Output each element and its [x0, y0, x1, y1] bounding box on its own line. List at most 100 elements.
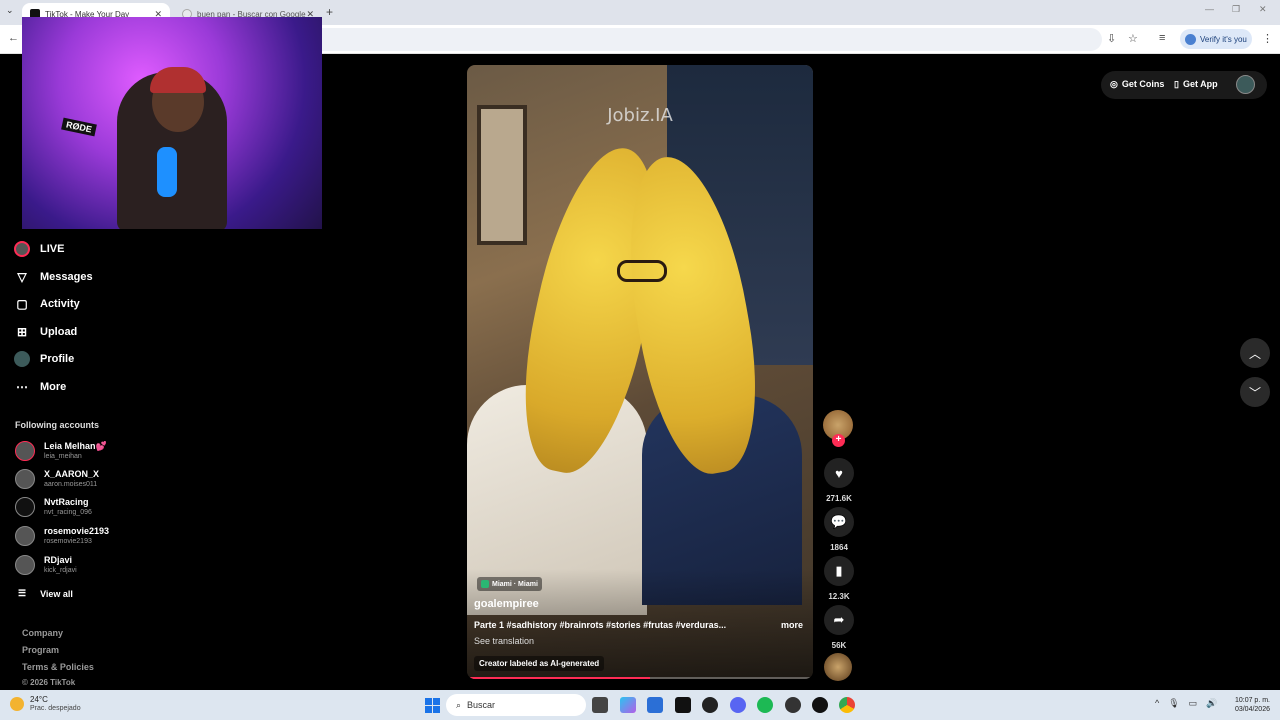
sidebar-item-messages[interactable]: ▽ Messages	[14, 269, 93, 285]
maximize-icon[interactable]: ❐	[1232, 4, 1240, 15]
following-account[interactable]: RDjavi kick_rdjavi	[15, 555, 77, 575]
account-handle: kick_rdjavi	[44, 567, 77, 574]
sidebar-item-profile[interactable]: Profile	[14, 351, 74, 367]
sidebar-item-label: Messages	[40, 271, 93, 283]
mic-brand: RØDE	[61, 117, 97, 137]
spotify-icon[interactable]	[757, 697, 773, 713]
taskbar-search[interactable]: ⌕ Buscar	[446, 694, 586, 716]
menu-kebab-icon[interactable]: ⋮	[1262, 32, 1273, 45]
like-count: 271.6K	[826, 494, 852, 503]
sidebar-item-live[interactable]: LIVE	[14, 241, 64, 257]
volume-icon[interactable]: 🔊	[1206, 698, 1217, 709]
comment-icon[interactable]: 💬	[824, 507, 854, 537]
minimize-icon[interactable]: —	[1205, 4, 1214, 14]
chrome-icon[interactable]	[839, 697, 855, 713]
discord-icon[interactable]	[730, 697, 746, 713]
video-author[interactable]: goalempiree	[474, 598, 539, 610]
avatar	[15, 441, 35, 461]
copyright: © 2026 TikTok	[22, 678, 76, 687]
store-icon[interactable]	[647, 697, 663, 713]
sidebar-item-label: Profile	[40, 353, 75, 365]
sidebar-item-upload[interactable]: ⊞ Upload	[14, 324, 77, 340]
temperature: 24°C	[30, 695, 48, 704]
following-account[interactable]: NvtRacing nvt_racing_096	[15, 497, 92, 517]
install-app-icon[interactable]: ⇩	[1107, 32, 1116, 45]
monitor-icon[interactable]: ▭	[1189, 698, 1198, 709]
view-all-button[interactable]: ☰ View all	[18, 588, 73, 599]
tab-groups-icon[interactable]: ≡	[1159, 32, 1165, 44]
see-translation-link[interactable]: See translation	[474, 636, 534, 646]
video-background-frame	[477, 105, 527, 245]
verify-label: Verify it's you	[1200, 34, 1247, 44]
video-player[interactable]: Jobiz.IA Miami · Miami goalempiree Parte…	[467, 65, 813, 679]
footer-link-company[interactable]: Company	[22, 628, 63, 638]
live-icon	[14, 241, 30, 257]
previous-video-button[interactable]: ︿	[1240, 338, 1270, 368]
account-handle: aaron.moises011	[44, 481, 98, 488]
copilot-icon[interactable]	[620, 697, 636, 713]
location-pin-icon	[481, 580, 489, 588]
terminal-icon[interactable]	[675, 697, 691, 713]
video-progress-fill	[467, 677, 651, 679]
profile-avatar-icon	[1185, 33, 1196, 45]
sidebar-item-more[interactable]: ⋯ More	[14, 379, 66, 395]
windows-taskbar: 24°C Prac. despejado ⌕ Buscar ^ 🎙 ▭ 🔊 10…	[0, 690, 1280, 720]
share-icon[interactable]: ➦	[824, 605, 854, 635]
new-tab-button[interactable]: +	[326, 5, 333, 19]
weather-description: Prac. despejado	[30, 705, 81, 712]
follow-plus-button[interactable]: +	[832, 434, 845, 447]
video-watermark: Jobiz.IA	[607, 105, 673, 126]
save-action[interactable]: ▮ 12.3K	[823, 556, 855, 601]
back-icon[interactable]: ←	[8, 32, 19, 44]
heart-icon[interactable]: ♥	[824, 458, 854, 488]
get-coins-button[interactable]: ◎ Get Coins	[1110, 73, 1164, 95]
sidebar-item-activity[interactable]: ▢ Activity	[14, 296, 80, 312]
bookmark-icon[interactable]: ▮	[824, 556, 854, 586]
sidebar-item-label: More	[40, 381, 67, 393]
footer-link-terms[interactable]: Terms & Policies	[22, 662, 94, 672]
footer-link-program[interactable]: Program	[22, 645, 59, 655]
get-app-button[interactable]: ▯ Get App	[1174, 73, 1218, 95]
windows-start-icon[interactable]	[425, 698, 440, 713]
close-window-icon[interactable]: ✕	[1259, 4, 1267, 15]
app-icon[interactable]	[812, 697, 828, 713]
verify-profile-button[interactable]: Verify it's you	[1180, 29, 1252, 49]
following-account[interactable]: Leia Melhan💕 leia_meihan	[15, 441, 107, 461]
music-disc[interactable]	[824, 653, 852, 681]
share-action[interactable]: ➦ 56K	[823, 605, 855, 650]
account-handle: leia_meihan	[44, 453, 82, 460]
chevron-up-icon[interactable]: ^	[1155, 698, 1159, 709]
account-handle: nvt_racing_096	[44, 509, 92, 516]
phone-icon: ▯	[1174, 78, 1179, 89]
like-action[interactable]: ♥ 271.6K	[823, 458, 855, 503]
video-caption: Parte 1 #sadhistory #brainrots #stories …	[474, 620, 727, 630]
obs-icon[interactable]	[702, 697, 718, 713]
location-tag[interactable]: Miami · Miami	[477, 577, 542, 591]
following-account[interactable]: rosemovie2193 rosemovie2193	[15, 526, 109, 546]
account-name: rosemovie2193	[44, 526, 110, 536]
avatar	[15, 497, 35, 517]
taskbar-clock[interactable]: 10:07 p. m. 03/04/2026	[1226, 696, 1270, 714]
tab-search-icon[interactable]: ⌄	[6, 5, 14, 16]
account-name: Leia Melhan💕	[44, 441, 107, 451]
weather-widget[interactable]: 24°C Prac. despejado	[10, 695, 81, 713]
microphone-icon[interactable]: 🎙	[1168, 698, 1179, 709]
app-icon[interactable]	[785, 697, 801, 713]
account-handle: rosemovie2193	[44, 538, 92, 545]
coin-icon: ◎	[1110, 78, 1118, 89]
following-accounts-title: Following accounts	[15, 420, 100, 430]
video-progress-bar[interactable]	[467, 677, 813, 679]
avatar[interactable]	[1236, 75, 1255, 94]
bookmark-star-icon[interactable]: ☆	[1128, 32, 1138, 45]
streamer-cap	[150, 67, 206, 93]
search-placeholder: Buscar	[467, 700, 496, 710]
next-video-button[interactable]: ﹀	[1240, 377, 1270, 407]
sidebar-item-label: Activity	[40, 298, 80, 310]
save-count: 12.3K	[828, 592, 850, 601]
account-name: X_AARON_X	[44, 469, 100, 479]
caption-more-button[interactable]: more	[781, 620, 803, 630]
following-account[interactable]: X_AARON_X aaron.moises011	[15, 469, 99, 489]
comment-action[interactable]: 💬 1864	[823, 507, 855, 552]
task-view-icon[interactable]	[592, 697, 608, 713]
weather-sun-icon	[10, 697, 24, 711]
